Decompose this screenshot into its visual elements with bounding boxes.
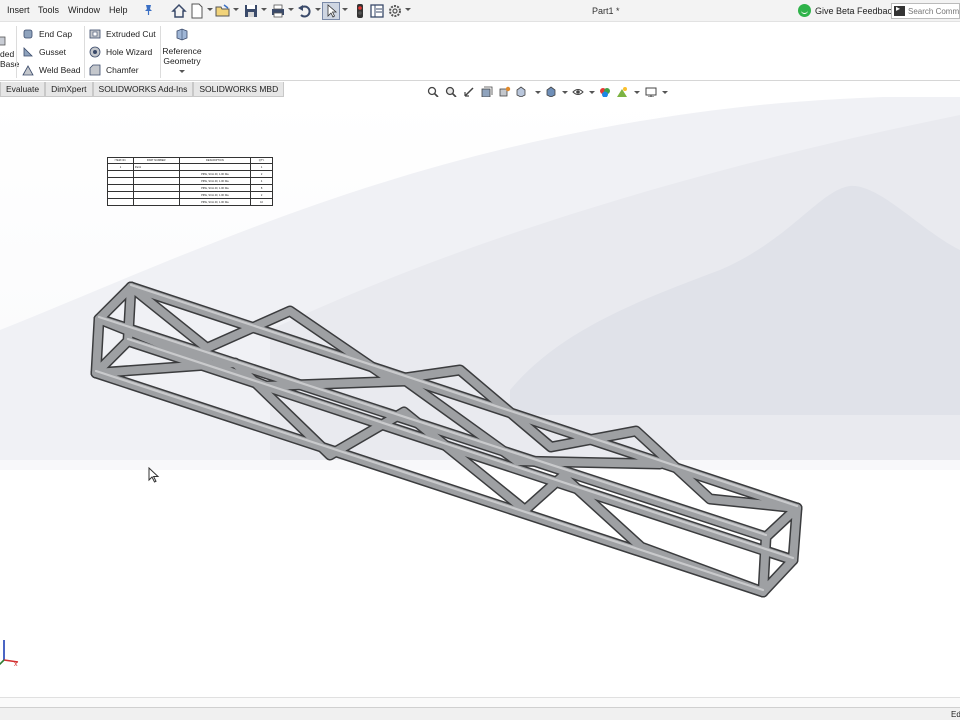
horizontal-scrollbar[interactable] [0, 697, 960, 707]
truss-model[interactable] [0, 0, 960, 720]
reference-triad-icon: x [0, 640, 19, 668]
svg-text:x: x [14, 661, 18, 668]
mouse-cursor-icon [148, 467, 160, 483]
status-text: Ed [951, 710, 960, 719]
status-bar: Ed [0, 707, 960, 720]
